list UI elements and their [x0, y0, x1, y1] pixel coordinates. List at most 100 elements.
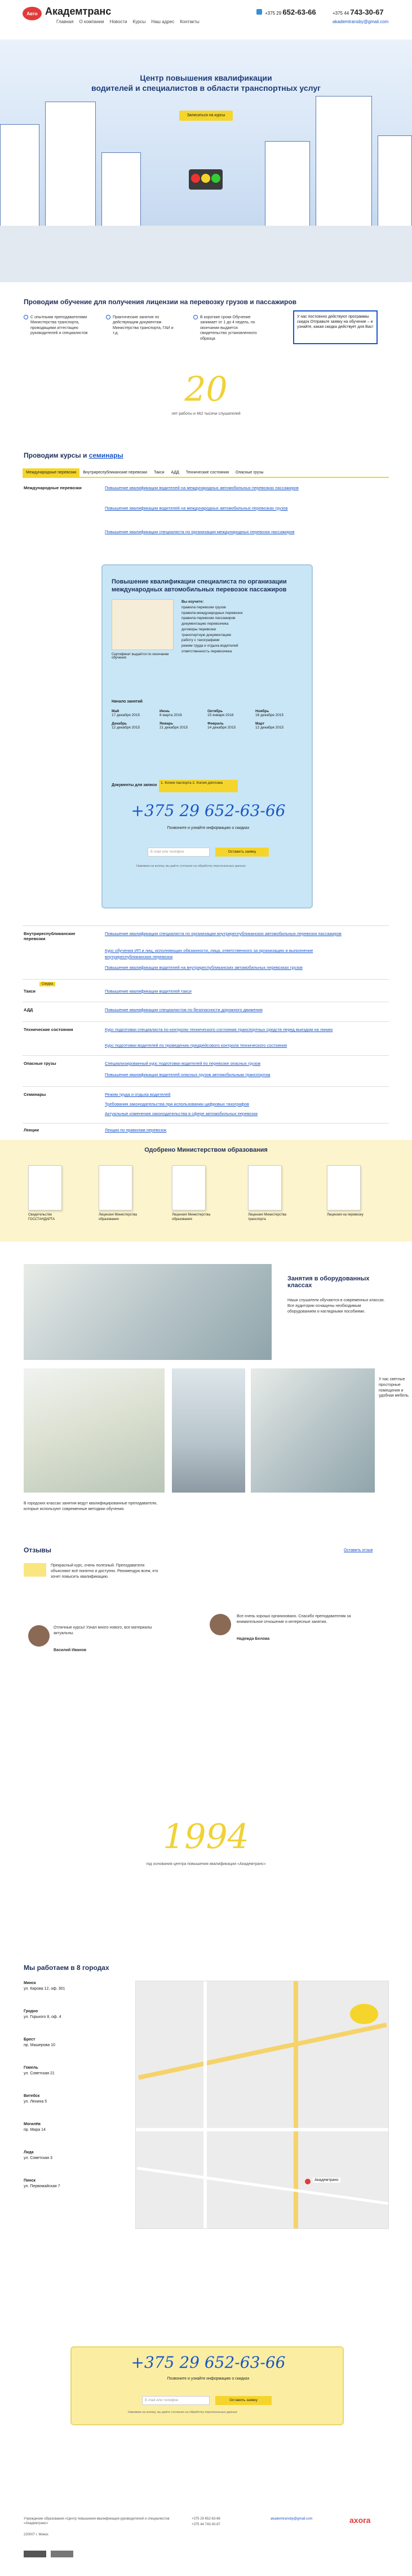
divider	[23, 1123, 389, 1124]
info-item: С опытными преподавателями Министерства …	[24, 315, 92, 336]
leave-review-link[interactable]: Оставить отзыв	[344, 1548, 373, 1552]
nav-address[interactable]: Наш адрес	[151, 19, 174, 24]
city-item[interactable]: Лида ул. Советская 3	[24, 2150, 108, 2161]
map[interactable]: Академтранс	[135, 1981, 389, 2229]
course-link[interactable]: Курс подготовки специалиста по контролю …	[105, 1027, 342, 1033]
footer-address: 220007 г. Минск	[24, 2533, 48, 2536]
course-link[interactable]: Повышение квалификации специалистов по б…	[105, 1007, 342, 1013]
telegram-icon[interactable]	[256, 9, 262, 15]
bottom-submit-button[interactable]: Оставить заявку	[215, 2396, 272, 2405]
course-link[interactable]: Режим труда и отдыха водителей	[105, 1092, 342, 1098]
road	[0, 226, 412, 282]
classes-text: Наши слушатели обучаются в современных к…	[287, 1298, 385, 1314]
tab-domestic[interactable]: Внутриреспубликанские перевозки	[79, 468, 150, 477]
map-road	[203, 1981, 207, 2228]
classes-title: Занятия в оборудованных классах	[287, 1275, 370, 1289]
course-link[interactable]: Специализированный курс подготовки водит…	[105, 1061, 342, 1067]
doc-caption: Лицензия Министерства образования	[99, 1213, 137, 1221]
map-road	[136, 2166, 388, 2205]
course-link[interactable]: Курс подготовки водителей по проведению …	[105, 1043, 342, 1049]
bullets-title: Вы изучите:	[181, 600, 204, 604]
tab-add[interactable]: АДД	[168, 468, 183, 477]
card-submit-button[interactable]: Оставить заявку	[215, 848, 269, 857]
map-pin-icon[interactable]	[305, 2179, 311, 2184]
tab-international[interactable]: Международные перевозки	[23, 468, 80, 477]
city-item[interactable]: Пинск ул. Первомайская 7	[24, 2178, 108, 2189]
license-document[interactable]	[248, 1165, 282, 1210]
bullet-item: договоры перевозки	[181, 627, 216, 631]
main-nav: Главная О компании Новости Курсы Наш адр…	[56, 19, 200, 24]
bottom-contact-input[interactable]: E-mail или телефон	[142, 2396, 210, 2405]
phone-1[interactable]: +375 29 652-63-66	[265, 8, 316, 16]
group-name: Технические состояния	[24, 1027, 73, 1032]
signup-button[interactable]: Записаться на курсы	[179, 111, 233, 121]
city-item[interactable]: Гомель ул. Советская 21	[24, 2065, 108, 2077]
bullet-item: правила перевозки пассажиров	[181, 616, 236, 621]
nav-courses[interactable]: Курсы	[133, 19, 146, 24]
divider	[23, 925, 389, 926]
group-name: Лекции	[24, 1127, 39, 1133]
card-phone[interactable]: +375 29 652-63-66	[103, 801, 314, 820]
nav-news[interactable]: Новости	[110, 19, 127, 24]
course-link[interactable]: Повышение квалификации специалиста по ор…	[105, 931, 342, 937]
footer-legal: Учреждение образования «Центр повышения …	[24, 2517, 170, 2526]
header-email[interactable]: akademtransby@gmail.com	[333, 19, 388, 24]
course-link[interactable]: Повышение квалификации водителей на внут…	[105, 965, 342, 971]
card-contact-input[interactable]: E-mail или телефон	[148, 848, 210, 857]
brand-name[interactable]: Академтранс	[45, 6, 111, 17]
course-link[interactable]: Курс обучения ИП и лиц, исполняющих обяз…	[105, 948, 342, 960]
card-discount-text: Позвоните и узнайте информацию о скидках	[167, 826, 250, 830]
group-name: АДД	[24, 1007, 33, 1012]
course-link[interactable]: Повышение квалификации водителей такси	[105, 989, 342, 995]
footer-phone-1[interactable]: +375 29 652-63-66	[192, 2517, 220, 2521]
schedule-table: Май 17 декабря 2015 Июнь 8 марта 2016 Октя…	[112, 709, 303, 730]
info-item: Практические занятия по действующим доку…	[106, 315, 175, 336]
city-item[interactable]: Минск ул. Кирова 12, оф. 301	[24, 1981, 108, 1992]
course-link[interactable]: Повышение квалификации водителей на межд…	[105, 485, 342, 491]
quote-icon	[24, 1563, 46, 1577]
classes-text: У нас светлые просторные помещения и удо…	[379, 1377, 410, 1398]
city-item[interactable]: Могилёв пр. Мира 14	[24, 2122, 108, 2133]
footer-phone-2[interactable]: +375 44 743-30-67	[192, 2522, 220, 2527]
logo[interactable]: Авто	[23, 7, 42, 20]
course-link[interactable]: Повышение квалификации водителей на межд…	[105, 506, 342, 512]
reviews-title: Отзывы	[24, 1546, 52, 1554]
counter-badge[interactable]	[24, 2551, 46, 2557]
footer-email[interactable]: akademtransby@gmail.com	[271, 2517, 312, 2521]
years-number: 20	[184, 370, 228, 409]
group-name: Внутриреспубликанские перевозки	[24, 931, 76, 941]
divider	[23, 1086, 389, 1087]
counter-badge[interactable]	[51, 2551, 73, 2557]
course-link[interactable]: Лекции по правилам перевозок	[105, 1127, 342, 1134]
course-link[interactable]: Актуальные изменения законодательства в …	[105, 1111, 342, 1117]
map-pin-label: Академтранс	[313, 2178, 340, 2183]
city-item[interactable]: Витебск ул. Ленина 5	[24, 2094, 108, 2105]
city-item[interactable]: Брест пр. Машерова 10	[24, 2037, 108, 2048]
seminars-link[interactable]: семинары	[89, 451, 123, 459]
course-link[interactable]: Требования законодательства при использо…	[105, 1102, 342, 1108]
review-text: Отличные курсы! Узнал много нового, все …	[54, 1626, 152, 1635]
course-link[interactable]: Повышение квалификации специалиста по ор…	[105, 529, 342, 536]
founded-number: 1994	[163, 1817, 249, 1857]
check-icon	[106, 315, 110, 319]
nav-about[interactable]: О компании	[79, 19, 104, 24]
developer-logo[interactable]: axora	[349, 2516, 370, 2525]
license-document[interactable]	[99, 1165, 132, 1210]
bullet-item: правила перевозки грузов	[181, 605, 226, 609]
city-item[interactable]: Гродно ул. Горького 8, оф. 4	[24, 2009, 108, 2020]
tab-taxi[interactable]: Такси	[150, 468, 167, 477]
bottom-phone[interactable]: +375 29 652-63-66	[72, 2353, 345, 2372]
tab-dangerous[interactable]: Опасные грузы	[232, 468, 267, 477]
nav-home[interactable]: Главная	[56, 19, 73, 24]
phone-2[interactable]: +375 44 743-30-67	[333, 8, 384, 16]
approved-title: Одобрено Министерством образования	[144, 1147, 268, 1153]
nav-contacts[interactable]: Контакты	[180, 19, 200, 24]
license-document[interactable]	[172, 1165, 206, 1210]
course-link[interactable]: Повышение квалификации водителей опасных…	[105, 1072, 342, 1078]
review-text: Прекрасный курс, очень полезный. Препода…	[51, 1564, 158, 1579]
license-document[interactable]	[28, 1165, 62, 1210]
doc-caption: Лицензия Министерства образования	[172, 1213, 210, 1221]
tab-technical[interactable]: Технические состояния	[183, 468, 232, 477]
classroom-photo	[24, 1368, 165, 1493]
license-document[interactable]	[327, 1165, 361, 1210]
